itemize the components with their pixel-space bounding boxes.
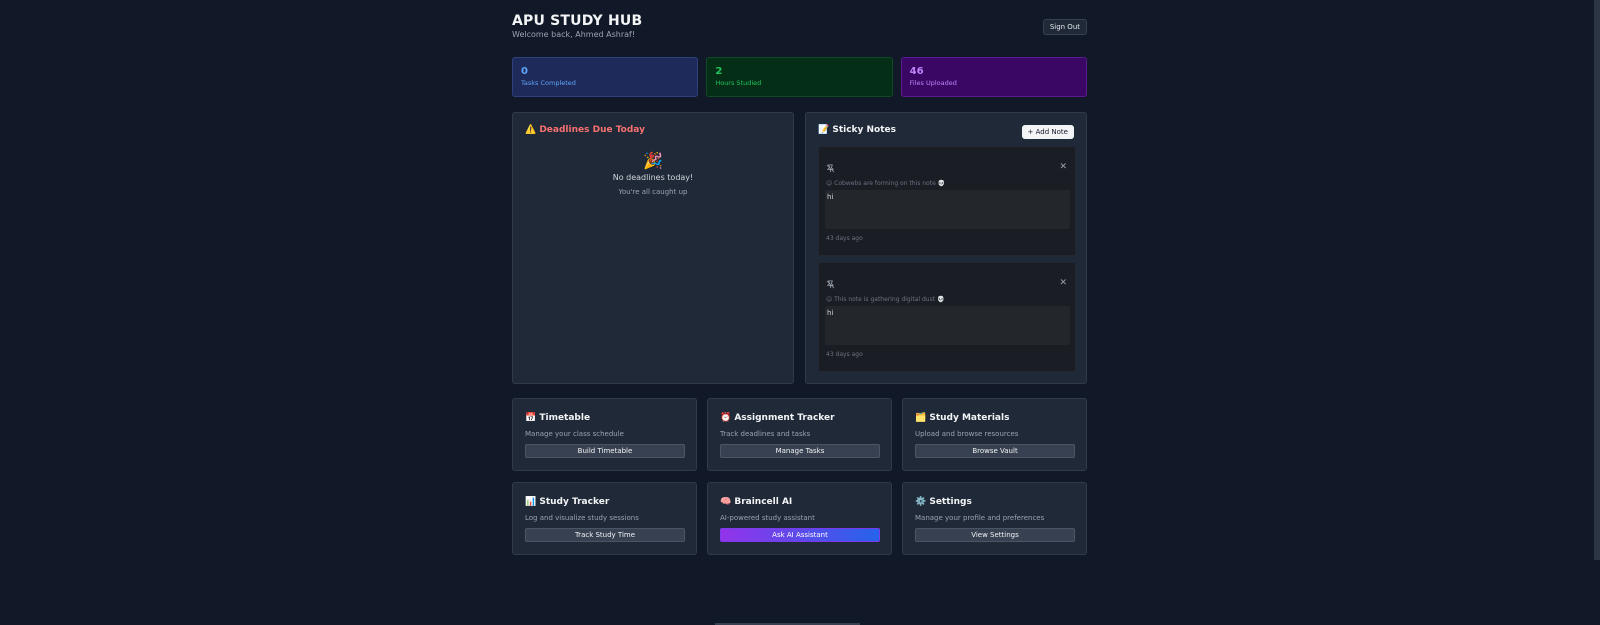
card-title: 🗂️ Study Materials	[915, 413, 1010, 423]
empty-title: No deadlines today!	[612, 173, 694, 182]
close-icon[interactable]: ✕	[1059, 162, 1067, 172]
study-tracker-card: 📊 Study Tracker Log and visualize study …	[512, 482, 697, 555]
card-title: 🧠 Braincell AI	[720, 497, 793, 507]
stat-value: 46	[909, 66, 924, 77]
track-study-time-button[interactable]: Track Study Time	[525, 528, 685, 542]
close-icon[interactable]: ✕	[1059, 278, 1067, 288]
manage-tasks-button[interactable]: Manage Tasks	[720, 444, 880, 458]
card-title: 📊 Study Tracker	[525, 497, 610, 507]
card-description: AI-powered study assistant	[720, 514, 815, 522]
braincell-ai-card: 🧠 Braincell AI AI-powered study assistan…	[707, 482, 892, 555]
welcome-text: Welcome back, Ahmed Ashraf!	[512, 30, 636, 39]
settings-card: ⚙️ Settings Manage your profile and pref…	[902, 482, 1087, 555]
deadlines-title: ⚠️ Deadlines Due Today	[525, 125, 645, 135]
stat-label: Hours Studied	[715, 79, 762, 87]
deadlines-empty-state: 🎉 No deadlines today! You're all caught …	[513, 151, 793, 196]
note-age: 43 days ago	[826, 351, 863, 358]
stat-value: 2	[715, 66, 723, 77]
sign-out-button[interactable]: Sign Out	[1042, 19, 1087, 35]
build-timetable-button[interactable]: Build Timetable	[525, 444, 685, 458]
card-title: ⚙️ Settings	[915, 497, 972, 507]
add-note-button[interactable]: + Add Note	[1021, 125, 1074, 139]
note-body[interactable]: hi	[825, 190, 1070, 229]
stats-row: 0 Tasks Completed 2 Hours Studied 46 Fil…	[512, 57, 1087, 97]
unpin-icon[interactable]	[826, 280, 835, 291]
empty-subtitle: You're all caught up	[618, 188, 688, 196]
sticky-notes-panel: 📝 Sticky Notes + Add Note ✕ ☺ Cobwebs ar…	[805, 112, 1087, 384]
scrollbar-track[interactable]	[1594, 0, 1600, 560]
ask-ai-assistant-button[interactable]: Ask AI Assistant	[720, 528, 880, 542]
card-title: ⏰ Assignment Tracker	[720, 413, 835, 423]
scrollbar-thumb[interactable]	[1594, 0, 1600, 560]
stat-label: Files Uploaded	[909, 79, 957, 87]
note-body[interactable]: hi	[825, 306, 1070, 345]
card-description: Track deadlines and tasks	[720, 430, 811, 438]
stat-tasks-completed: 0 Tasks Completed	[512, 57, 699, 97]
card-description: Manage your profile and preferences	[915, 514, 1045, 522]
study-materials-card: 🗂️ Study Materials Upload and browse res…	[902, 398, 1087, 471]
card-description: Log and visualize study sessions	[525, 514, 639, 522]
stat-files-uploaded: 46 Files Uploaded	[900, 57, 1087, 97]
deadlines-panel: ⚠️ Deadlines Due Today 🎉 No deadlines to…	[512, 112, 794, 384]
card-title: 📅 Timetable	[525, 413, 591, 423]
app-title: APU STUDY HUB	[512, 13, 643, 29]
assignment-tracker-card: ⏰ Assignment Tracker Track deadlines and…	[707, 398, 892, 471]
card-description: Upload and browse resources	[915, 430, 1019, 438]
sticky-note: ✕ ☺ This note is gathering digital dust …	[818, 262, 1076, 372]
stat-hours-studied: 2 Hours Studied	[706, 57, 893, 97]
note-subtitle: ☺ This note is gathering digital dust 💀	[826, 296, 945, 303]
view-settings-button[interactable]: View Settings	[915, 528, 1075, 542]
dashboard-page: APU STUDY HUB Welcome back, Ahmed Ashraf…	[0, 0, 1600, 625]
browse-vault-button[interactable]: Browse Vault	[915, 444, 1075, 458]
sticky-note: ✕ ☺ Cobwebs are forming on this note 💀 h…	[818, 146, 1076, 256]
stat-label: Tasks Completed	[521, 79, 576, 87]
party-icon: 🎉	[643, 151, 663, 170]
stat-value: 0	[521, 66, 528, 77]
note-subtitle: ☺ Cobwebs are forming on this note 💀	[826, 180, 946, 187]
header: APU STUDY HUB Welcome back, Ahmed Ashraf…	[512, 13, 1087, 43]
note-age: 43 days ago	[826, 235, 863, 242]
card-description: Manage your class schedule	[525, 430, 624, 438]
timetable-card: 📅 Timetable Manage your class schedule B…	[512, 398, 697, 471]
unpin-icon[interactable]	[826, 164, 835, 175]
